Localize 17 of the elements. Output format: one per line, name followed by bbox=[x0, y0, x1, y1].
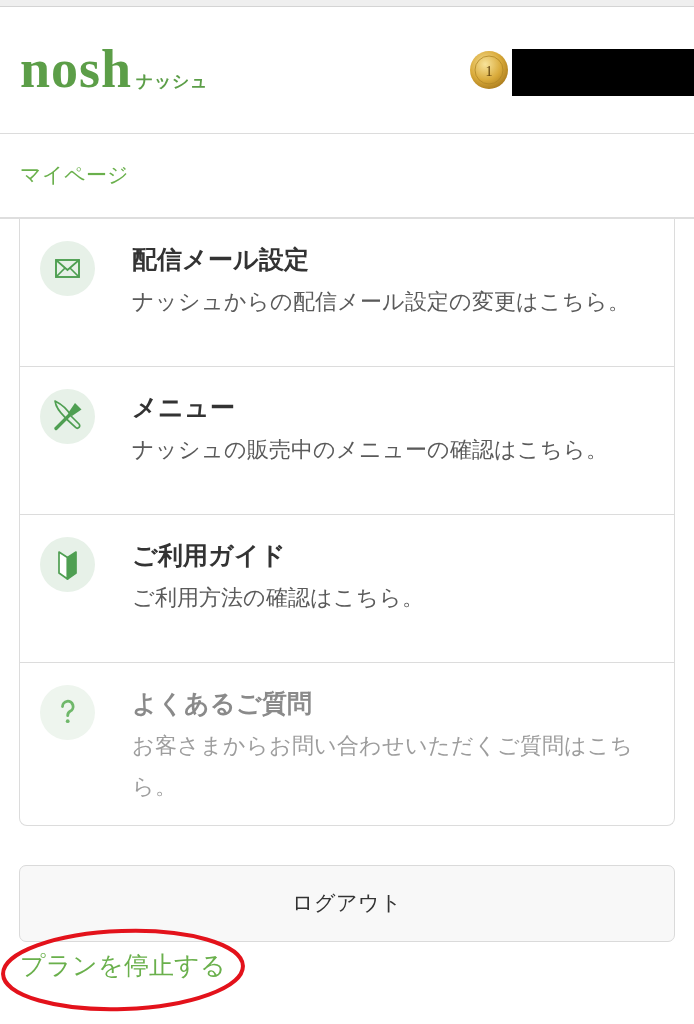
medal-icon: 1 bbox=[470, 50, 508, 89]
envelope-icon bbox=[40, 241, 95, 296]
menu-item[interactable]: ご利用ガイド ご利用方法の確認はこちら。 bbox=[20, 515, 674, 663]
menu-item-title: ご利用ガイド bbox=[132, 540, 287, 572]
menu-item-description: ナッシュからの配信メール設定の変更はこちら。 bbox=[132, 288, 631, 316]
logout-button[interactable]: ログアウト bbox=[19, 865, 675, 942]
menu-item[interactable]: メニュー ナッシュの販売中のメニューの確認はこちら。 bbox=[20, 367, 674, 515]
menu-item-title: よくあるご質問 bbox=[132, 688, 313, 720]
knife-fork-icon bbox=[40, 389, 95, 444]
menu-item-description: ナッシュの販売中のメニューの確認はこちら。 bbox=[132, 436, 609, 464]
menu-item-description: お客さまからお問い合わせいただくご質問はこちら。 bbox=[132, 732, 634, 801]
menu-item[interactable]: 配信メール設定 ナッシュからの配信メール設定の変更はこちら。 bbox=[20, 219, 674, 367]
menu-item-title: 配信メール設定 bbox=[132, 244, 310, 276]
beginner-mark-icon bbox=[40, 537, 95, 592]
menu-item-description: ご利用方法の確認はこちら。 bbox=[132, 584, 425, 612]
question-icon bbox=[40, 685, 95, 740]
menu-item-title: メニュー bbox=[132, 392, 236, 424]
